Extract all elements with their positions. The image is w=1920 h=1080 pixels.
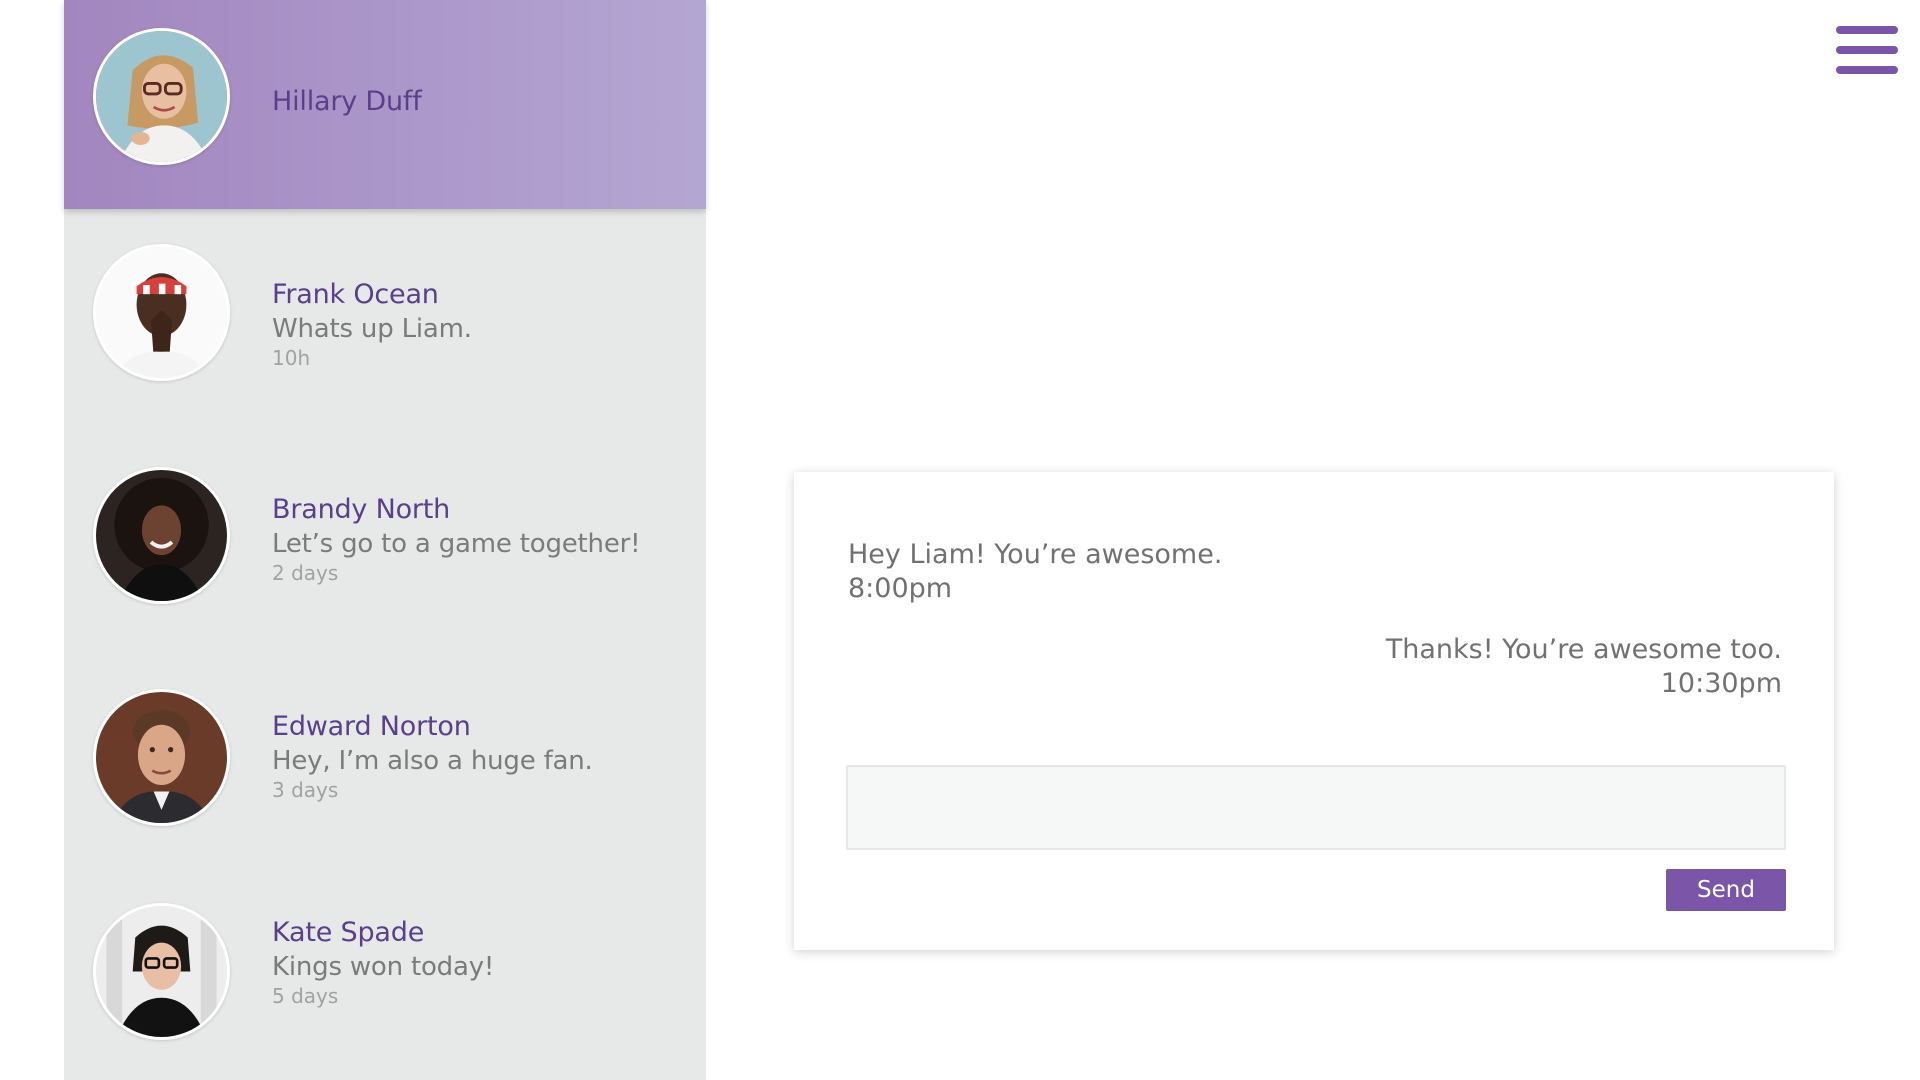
avatar-hillary-duff [93,28,230,165]
hamburger-menu-icon[interactable] [1836,26,1898,74]
contact-item-frank-ocean[interactable]: Frank Ocean Whats up Liam. 10h [64,209,706,429]
message-time: 10:30pm [1660,668,1782,699]
message-input[interactable] [846,765,1786,850]
contact-timestamp: 5 days [272,984,339,1008]
contact-timestamp: 10h [272,346,311,370]
contact-name: Kate Spade [272,917,425,948]
contact-last-message: Let’s go to a game together! [272,529,641,559]
contact-last-message: Hey, I’m also a huge fan. [272,746,593,776]
avatar-edward-norton [93,689,230,826]
contact-last-message: Kings won today! [272,952,495,982]
contact-item-brandy-north[interactable]: Brandy North Let’s go to a game together… [64,429,706,649]
avatar-kate-spade [93,903,230,1040]
message-text: Thanks! You’re awesome too. [1385,634,1782,665]
menu-bar [1836,66,1898,74]
contact-item-edward-norton[interactable]: Edward Norton Hey, I’m also a huge fan. … [64,649,706,859]
contact-text: Kate Spade Kings won today! 5 days [272,917,494,1008]
contact-name: Hillary Duff [272,86,422,117]
contact-item-kate-spade[interactable]: Kate Spade Kings won today! 5 days [64,859,706,1080]
message-time: 8:00pm [848,573,953,604]
contact-text: Hillary Duff [272,86,422,117]
send-button[interactable]: Send [1666,869,1786,911]
contact-item-hillary-duff[interactable]: Hillary Duff [64,0,706,209]
chat-panel: Hey Liam! You’re awesome. 8:00pm Thanks!… [794,472,1834,950]
contact-text: Edward Norton Hey, I’m also a huge fan. … [272,711,593,802]
contact-name: Frank Ocean [272,279,439,310]
avatar-frank-ocean [93,244,230,381]
menu-bar [1836,46,1898,54]
contact-timestamp: 2 days [272,561,339,585]
message-incoming: Hey Liam! You’re awesome. 8:00pm [848,538,1222,606]
contact-text: Frank Ocean Whats up Liam. 10h [272,279,472,370]
message-text: Hey Liam! You’re awesome. [848,539,1223,570]
contact-text: Brandy North Let’s go to a game together… [272,494,641,585]
contact-name: Brandy North [272,494,451,525]
contact-name: Edward Norton [272,711,471,742]
contact-last-message: Whats up Liam. [272,314,472,344]
contacts-sidebar: Hillary Duff Frank Ocean Whats up Liam. … [64,0,706,1080]
contact-timestamp: 3 days [272,778,339,802]
avatar-brandy-north [93,467,230,604]
message-outgoing: Thanks! You’re awesome too. 10:30pm [1386,633,1782,701]
menu-bar [1836,26,1898,34]
